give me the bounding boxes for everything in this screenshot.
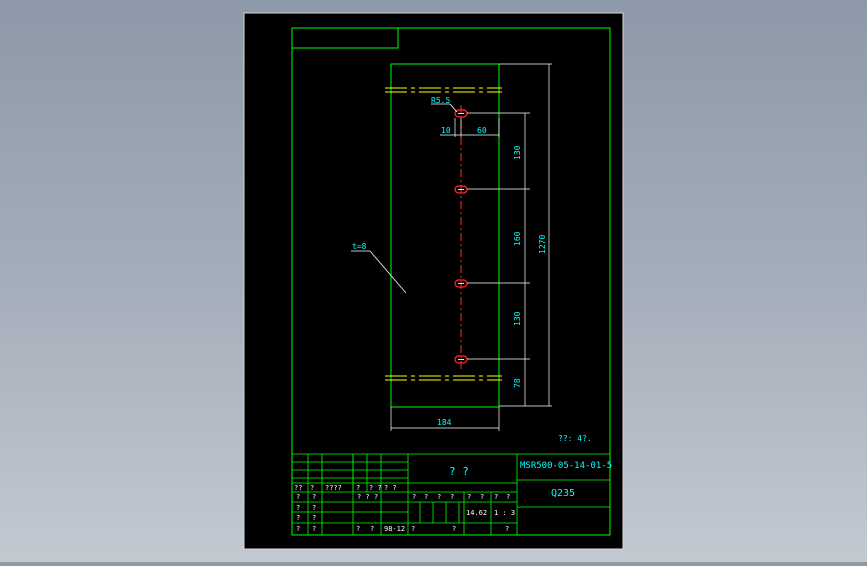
part-number: MSR500-05-14-01-5 xyxy=(520,461,612,471)
tb-header-cell: ???? xyxy=(325,484,342,492)
tb-cell: ? xyxy=(296,514,300,522)
tb-cell: ? xyxy=(356,525,360,533)
part-name: ? ? xyxy=(449,465,469,478)
tb-cell: ? xyxy=(312,504,316,512)
tb-mid-cell: ? xyxy=(467,493,471,501)
dim-spacing-bottom: 130 xyxy=(513,311,522,326)
tb-mid-cell: ? xyxy=(505,525,509,533)
tb-cell: ? xyxy=(296,504,300,512)
tb-header-cell: ? ? xyxy=(369,484,382,492)
tb-cell: ? xyxy=(312,493,316,501)
tb-cell: ? xyxy=(296,493,300,501)
tb-mid-cell: ? xyxy=(506,493,510,501)
tb-cell: ? xyxy=(296,525,300,533)
tb-header-cell: ?? xyxy=(294,484,302,492)
tb-mid-cell: ? xyxy=(437,493,441,501)
tb-mid-cell: ? xyxy=(411,525,415,533)
material: Q235 xyxy=(551,488,575,499)
tb-cell: ? xyxy=(312,514,316,522)
hole-radius-label: R5.5 xyxy=(431,96,450,105)
dim-hole-to-edge: 60 xyxy=(477,126,487,135)
tb-mid-cell: ? xyxy=(424,493,428,501)
tb-cell: ? xyxy=(370,525,374,533)
dim-spacing-top: 130 xyxy=(513,145,522,160)
weight-value: 14.62 xyxy=(466,509,487,517)
tb-mid-cell: ? xyxy=(494,493,498,501)
tb-mid-cell: ? xyxy=(412,493,416,501)
dim-total-height: 1270 xyxy=(538,235,547,254)
tb-cell: 98-12 xyxy=(384,525,405,533)
tb-mid-cell: ? xyxy=(450,493,454,501)
tb-cell: ? ? ? xyxy=(357,493,378,501)
sheet-note: ??: 4?. xyxy=(558,434,592,443)
tb-mid-cell: ? xyxy=(452,525,456,533)
tb-header-cell: ? xyxy=(310,484,314,492)
tb-mid-cell: ? xyxy=(480,493,484,501)
dim-spacing-mid: 160 xyxy=(513,231,522,246)
tb-cell: ? xyxy=(312,525,316,533)
cad-viewport: R5.5 10 60 130 160 130 78 1270 184 t=8 ?… xyxy=(0,0,867,562)
tb-header-cell: ? ? xyxy=(384,484,397,492)
dim-bottom-offset: 78 xyxy=(513,378,522,388)
dim-left-offset: 10 xyxy=(441,126,451,135)
thickness-label: t=8 xyxy=(352,242,367,251)
tb-header-cell: ? xyxy=(356,484,360,492)
scale-value: 1 : 3 xyxy=(494,509,515,517)
dim-width: 184 xyxy=(437,418,452,427)
drawing-canvas: R5.5 10 60 130 160 130 78 1270 184 t=8 ?… xyxy=(243,12,624,550)
